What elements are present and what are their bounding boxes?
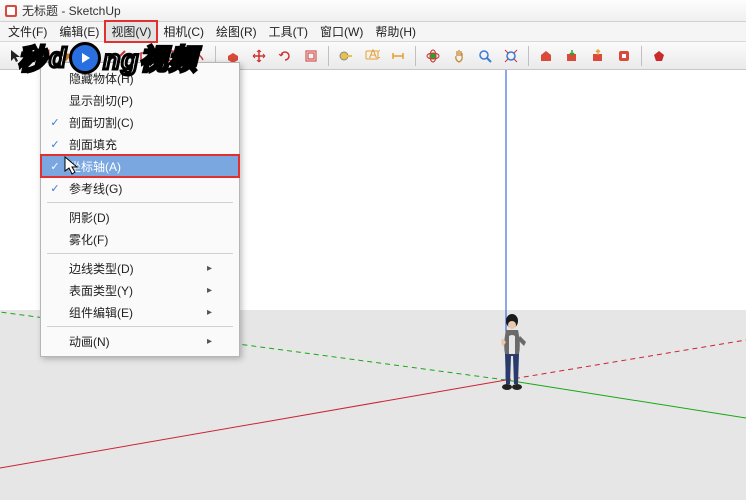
warehouse-icon[interactable] xyxy=(534,44,558,68)
offset-icon[interactable] xyxy=(299,44,323,68)
ruby-icon[interactable] xyxy=(647,44,671,68)
get-model-icon[interactable] xyxy=(560,44,584,68)
menu-edge-style[interactable]: 边线类型(D)▸ xyxy=(41,257,239,279)
menu-separator xyxy=(47,253,233,254)
text-icon[interactable]: A1 xyxy=(360,44,384,68)
menu-draw[interactable]: 绘图(R) xyxy=(210,21,263,42)
menu-section-fill[interactable]: ✓剖面填充 xyxy=(41,133,239,155)
cursor-icon xyxy=(64,156,80,179)
toolbar-separator xyxy=(328,46,329,66)
axis-red-solid xyxy=(0,380,506,468)
rotate-icon[interactable] xyxy=(273,44,297,68)
axis-red-dash xyxy=(506,340,746,380)
toolbar-separator xyxy=(641,46,642,66)
menu-component-edit[interactable]: 组件编辑(E)▸ xyxy=(41,301,239,323)
svg-text:A1: A1 xyxy=(369,48,380,61)
menu-separator xyxy=(47,326,233,327)
menu-guides[interactable]: ✓参考线(G) xyxy=(41,177,239,199)
menu-window[interactable]: 窗口(W) xyxy=(314,21,369,42)
zoom-extents-icon[interactable] xyxy=(499,44,523,68)
titlebar: 无标题 - SketchUp xyxy=(0,0,746,22)
tape-icon[interactable] xyxy=(334,44,358,68)
zoom-icon[interactable] xyxy=(473,44,497,68)
app-icon xyxy=(4,4,18,18)
extension-icon[interactable] xyxy=(612,44,636,68)
menu-separator xyxy=(47,202,233,203)
move-icon[interactable] xyxy=(247,44,271,68)
axis-green-solid xyxy=(506,380,746,418)
logo-text-d: d xyxy=(49,42,67,74)
menu-animation[interactable]: 动画(N)▸ xyxy=(41,330,239,352)
play-icon xyxy=(69,42,101,74)
logo-text-2: ng视频 xyxy=(103,38,197,78)
menu-help[interactable]: 帮助(H) xyxy=(369,21,422,42)
menu-fog[interactable]: 雾化(F) xyxy=(41,228,239,250)
menu-show-section[interactable]: 显示剖切(P) xyxy=(41,89,239,111)
toolbar-separator xyxy=(415,46,416,66)
dimension-icon[interactable] xyxy=(386,44,410,68)
toolbar-separator xyxy=(528,46,529,66)
scale-figure xyxy=(494,314,530,395)
menu-section-cut[interactable]: ✓剖面切割(C) xyxy=(41,111,239,133)
menu-shadows[interactable]: 阴影(D) xyxy=(41,206,239,228)
window-title: 无标题 - SketchUp xyxy=(22,2,121,19)
menu-tools[interactable]: 工具(T) xyxy=(263,21,314,42)
orbit-icon[interactable] xyxy=(421,44,445,68)
logo-text-1: 秒 xyxy=(18,38,47,78)
menu-face-style[interactable]: 表面类型(Y)▸ xyxy=(41,279,239,301)
view-menu-dropdown: 隐藏物体(H) 显示剖切(P) ✓剖面切割(C) ✓剖面填充 ✓坐标轴(A) ✓… xyxy=(40,62,240,357)
pan-icon[interactable] xyxy=(447,44,471,68)
watermark-logo: 秒 d ng视频 xyxy=(18,38,197,78)
share-model-icon[interactable] xyxy=(586,44,610,68)
